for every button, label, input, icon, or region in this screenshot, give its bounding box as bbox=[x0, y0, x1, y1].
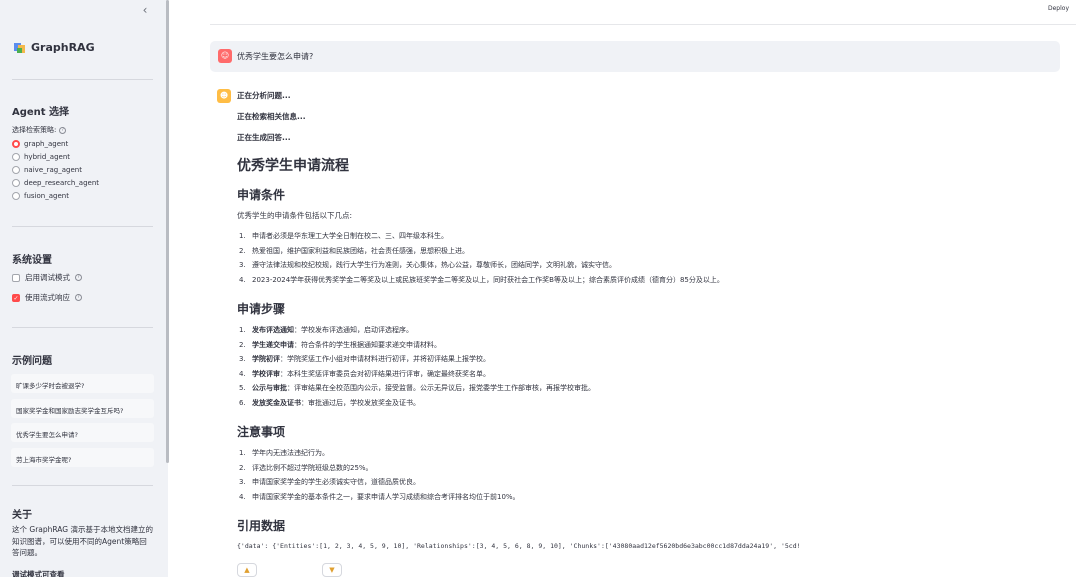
help-icon[interactable]: ? bbox=[75, 274, 82, 281]
list-item: 6. 发放奖金及证书：审批通过后，学校发放奖金及证书。 bbox=[239, 398, 420, 407]
examples-section-title: 示例问题 bbox=[12, 356, 52, 367]
list-item: 3. 遵守法律法规和校纪校规，践行大学生行为准则，关心集体，热心公益，尊敬师长，团… bbox=[239, 261, 616, 270]
radio-icon[interactable] bbox=[12, 179, 20, 187]
user-message: ☺ 优秀学生要怎么申请? bbox=[210, 41, 1060, 72]
debug-mode-checkbox[interactable]: 启用调试模式 ? bbox=[12, 272, 82, 283]
steps-list: 1. 发布评选通知：学校发布评选通知，启动评选程序。 2. 学生递交申请：符合条件的… bbox=[237, 323, 1057, 411]
notes-list: 1. 学年内无违法违纪行为。 2. 评选比例不超过学院班级总数的25%。 3. 申请国… bbox=[237, 446, 1057, 504]
example-question[interactable]: 优秀学生要怎么申请? bbox=[11, 423, 154, 442]
example-question[interactable]: 国家奖学金和国家励志奖学金互斥吗? bbox=[11, 399, 154, 418]
agent-section-title: Agent 选择 bbox=[12, 107, 70, 118]
conditions-list: 1. 申请者必须是华东理工大学全日制在校二、三、四年级本科生。 2. 热爱祖国，维护… bbox=[237, 229, 1057, 287]
example-question[interactable]: 旷课多少学时会被退学? bbox=[11, 374, 154, 393]
stream-response-checkbox[interactable]: ✓ 使用流式响应 ? bbox=[12, 292, 82, 303]
radio-icon[interactable] bbox=[12, 166, 20, 174]
refs-heading: 引用数据 bbox=[237, 519, 286, 533]
checkbox-icon[interactable] bbox=[12, 273, 20, 282]
status-analyzing: 正在分析问题... bbox=[237, 91, 291, 100]
radio-hybrid-agent[interactable]: hybrid_agent bbox=[12, 153, 70, 161]
notes-heading: 注意事项 bbox=[237, 425, 286, 439]
list-item: 1. 学年内无违法违纪行为。 bbox=[239, 449, 329, 457]
list-item: 3. 学院初评：学院奖惩工作小组对申请材料进行初评，并将初评结果上报学校。 bbox=[239, 355, 490, 364]
list-item: 3. 申请国家奖学金的学生必须诚实守信，道德品质优良。 bbox=[239, 478, 420, 487]
status-generating: 正在生成回答... bbox=[237, 133, 291, 142]
about-text: 这个 GraphRAG 演示基于本地文档建立的知识图谱，可以使用不同的Agent… bbox=[12, 525, 153, 557]
assistant-avatar-icon: ☻ bbox=[217, 89, 231, 103]
user-avatar-icon: ☺ bbox=[218, 49, 232, 63]
graphrag-logo-icon bbox=[14, 42, 26, 54]
divider bbox=[12, 79, 153, 80]
thumbs-up-icon[interactable]: ▲ bbox=[237, 563, 257, 577]
brand: GraphRAG bbox=[14, 41, 95, 54]
radio-icon[interactable] bbox=[12, 153, 20, 161]
header-divider bbox=[210, 24, 1076, 25]
conditions-heading: 申请条件 bbox=[237, 188, 286, 202]
radio-deep-research-agent[interactable]: deep_research_agent bbox=[12, 179, 99, 187]
example-question[interactable]: 劳上海市奖学金呢? bbox=[11, 448, 154, 467]
radio-fusion-agent[interactable]: fusion_agent bbox=[12, 192, 69, 200]
thumbs-down-icon[interactable]: ▼ bbox=[322, 563, 342, 577]
list-item: 2. 评选比例不超过学院班级总数的25%。 bbox=[239, 463, 373, 472]
list-item: 4. 2023-2024学年获得优秀奖学金二等奖及以上或民族班奖学金二等奖及以上，… bbox=[239, 275, 724, 284]
answer-title: 优秀学生申请流程 bbox=[237, 158, 349, 174]
radio-icon[interactable] bbox=[12, 192, 20, 200]
chevron-left-icon[interactable]: ‹ bbox=[138, 3, 152, 17]
list-item: 2. 学生递交申请：符合条件的学生根据通知要求递交申请材料。 bbox=[239, 340, 441, 349]
deploy-button[interactable]: Deploy bbox=[1048, 5, 1069, 12]
list-item: 1. 发布评选通知：学校发布评选通知，启动评选程序。 bbox=[239, 326, 413, 334]
brand-title: GraphRAG bbox=[31, 41, 95, 54]
radio-graph-agent[interactable]: graph_agent bbox=[12, 140, 68, 148]
sidebar: ‹ GraphRAG Agent 选择 选择检索策略: ? graph_agen… bbox=[0, 0, 168, 577]
steps-heading: 申请步骤 bbox=[237, 302, 286, 316]
list-item: 4. 申请国家奖学金的基本条件之一，要求申请人学习成绩和综合考评排名均位于前10%… bbox=[239, 492, 520, 501]
radio-naive-rag-agent[interactable]: naive_rag_agent bbox=[12, 166, 82, 174]
divider bbox=[12, 485, 153, 486]
sidebar-scrollbar[interactable] bbox=[166, 0, 169, 463]
divider bbox=[12, 327, 153, 328]
user-question: 优秀学生要怎么申请? bbox=[237, 52, 314, 61]
refs-data: {'data': {'Entities':[1, 2, 3, 4, 5, 9, … bbox=[237, 542, 801, 550]
list-item: 4. 学校评审：本科生奖惩评审委员会对初评结果进行评审，确定最终获奖名单。 bbox=[239, 369, 490, 378]
divider bbox=[12, 226, 153, 227]
help-icon[interactable]: ? bbox=[75, 294, 82, 301]
status-retrieving: 正在检索相关信息... bbox=[237, 112, 306, 121]
radio-selected-icon[interactable] bbox=[12, 140, 20, 148]
list-item: 1. 申请者必须是华东理工大学全日制在校二、三、四年级本科生。 bbox=[239, 232, 448, 240]
about-section-title: 关于 bbox=[12, 510, 32, 521]
settings-section-title: 系统设置 bbox=[12, 255, 52, 266]
list-item: 5. 公示与审批：评审结果在全校范围内公示，接受监督。公示无异议后，报党委学生工作… bbox=[239, 384, 595, 393]
help-icon[interactable]: ? bbox=[59, 126, 67, 134]
strategy-label: 选择检索策略: ? bbox=[12, 125, 67, 135]
about-subheading: 调试模式可查看 bbox=[12, 570, 65, 577]
list-item: 2. 热爱祖国，维护国家利益和民族团结，社会责任感强，思想积极上进。 bbox=[239, 246, 469, 255]
checkbox-checked-icon[interactable]: ✓ bbox=[12, 293, 20, 302]
conditions-intro: 优秀学生的申请条件包括以下几点: bbox=[237, 211, 353, 220]
